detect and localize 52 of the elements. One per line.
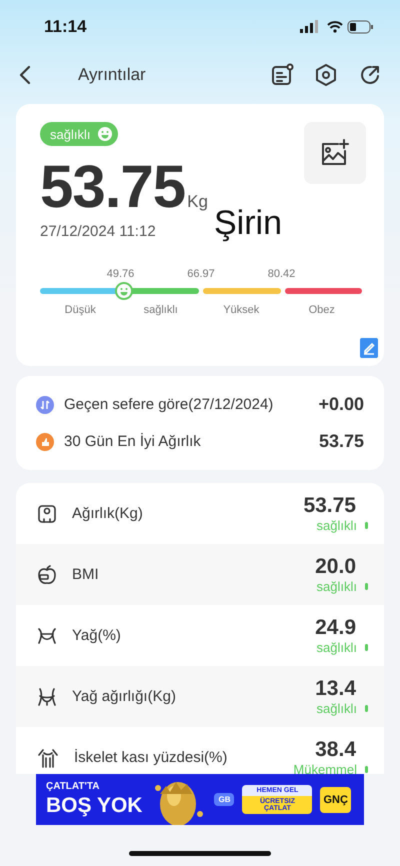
page-title: Ayrıntılar <box>78 65 147 85</box>
threshold-value: 66.97 <box>187 268 215 282</box>
metric-value: 24.9 <box>315 616 356 640</box>
status-time: 11:14 <box>44 17 87 37</box>
metric-label: İskelet kası yüzdesi(%) <box>74 749 228 766</box>
weight-value: 53.75 <box>40 152 186 221</box>
ad-brand: GNÇ <box>320 786 351 812</box>
ad-chip: GB <box>214 793 234 806</box>
ad-headline: ÇATLAT'TA <box>46 782 100 793</box>
user-name: Şirin <box>214 204 282 243</box>
status-badge: sağlıklı <box>40 122 118 146</box>
scale-label: sağlıklı <box>142 304 179 316</box>
metric-value: 20.0 <box>315 555 356 579</box>
edit-icon[interactable] <box>360 338 378 358</box>
metric-value: 38.4 <box>315 738 356 762</box>
weight-unit: Kg <box>187 192 208 212</box>
comparison-label: 30 Gün En İyi Ağırlık <box>64 433 202 450</box>
scale-label: Düşük <box>64 304 97 316</box>
apple-icon <box>36 564 58 586</box>
comparison-label: Geçen sefere göre(27/12/2024) <box>64 396 274 413</box>
smiley-icon <box>96 125 114 143</box>
threshold-value: 80.42 <box>268 268 296 282</box>
thumbs-up-icon <box>36 432 54 450</box>
add-photo-button[interactable] <box>304 122 366 184</box>
add-image-icon <box>320 139 350 167</box>
metric-status: sağlıklı <box>316 579 357 594</box>
comparison-value: 53.75 <box>318 431 364 452</box>
battery-icon <box>348 20 373 34</box>
metric-status: sağlıklı <box>316 701 357 716</box>
hips-icon <box>36 686 58 708</box>
metric-status: sağlıklı <box>316 518 357 533</box>
signal-icon <box>300 20 318 33</box>
metric-value: 53.75 <box>303 494 356 518</box>
scale-icon <box>36 502 58 524</box>
comparison-value: +0.00 <box>318 394 364 415</box>
scale-label: Obez <box>308 304 336 316</box>
ad-headline: BOŞ YOK <box>46 794 142 817</box>
back-icon[interactable] <box>18 65 32 85</box>
metric-value: 13.4 <box>315 677 356 701</box>
measure-date: 27/12/2024 11:12 <box>40 223 156 240</box>
wifi-icon <box>327 21 343 33</box>
metric-label: Yağ(%) <box>72 627 122 644</box>
metric-status: Mükemmel <box>293 762 357 774</box>
scale-label: Yüksek <box>222 304 260 316</box>
threshold-value: 49.76 <box>106 268 134 282</box>
arrows-icon <box>36 396 54 414</box>
metric-row[interactable]: Yağ ağırlığı(Kg) 13.4 sağlıklı <box>16 666 384 727</box>
metric-row[interactable]: BMI 20.0 sağlıklı <box>16 544 384 605</box>
metric-label: Ağırlık(Kg) <box>72 505 144 522</box>
metric-status: sağlıklı <box>316 640 357 655</box>
metric-label: BMI <box>72 566 100 583</box>
metric-label: Yağ ağırlığı(Kg) <box>72 688 177 705</box>
